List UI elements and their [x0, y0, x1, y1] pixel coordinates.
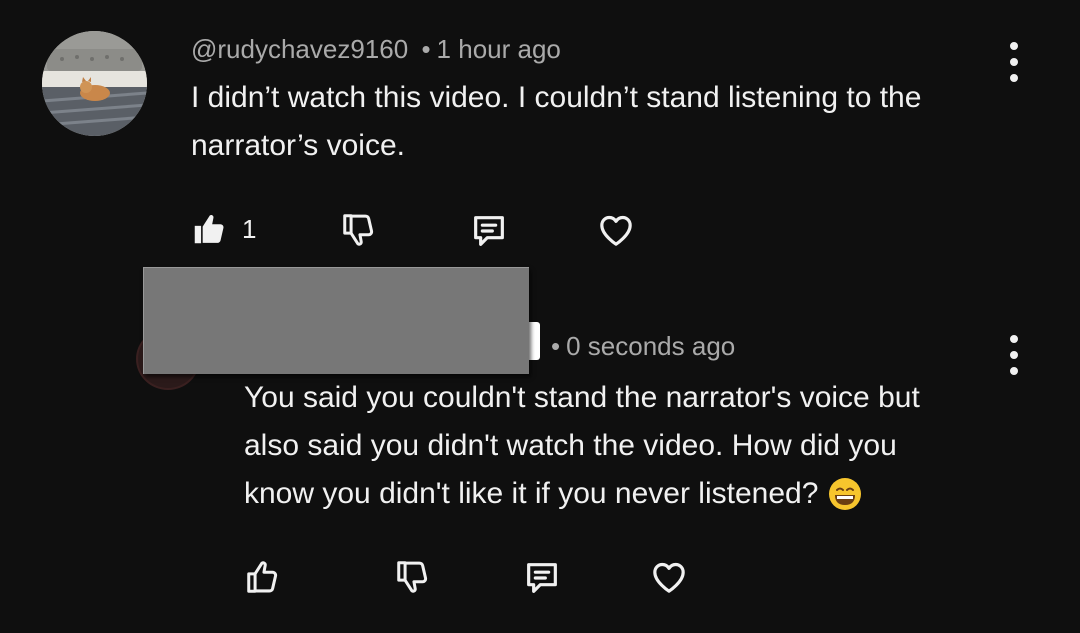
reply-button[interactable] [522, 558, 562, 598]
thumbs-down-icon [397, 561, 428, 593]
comment-text-line: I didn’t watch this video. I couldn’t st… [191, 81, 922, 114]
comment-time[interactable]: 1 hour ago [437, 34, 561, 64]
reply-comment-icon [474, 216, 504, 246]
reply-button[interactable] [469, 211, 509, 251]
heart-button[interactable] [648, 557, 690, 597]
reply-text-line: know you didn't like it if you never lis… [244, 477, 819, 510]
thumbs-down-icon [343, 214, 374, 246]
comment-text-line: narrator’s voice. [191, 129, 405, 162]
comment-meta: @rudychavez9160 • 1 hour ago [191, 34, 561, 65]
like-button[interactable] [244, 558, 282, 596]
dislike-button[interactable] [340, 211, 378, 249]
reply-comment-icon [527, 563, 557, 593]
comment-text: I didn’t watch this video. I couldn’t st… [191, 74, 1041, 170]
meta-separator: • [421, 34, 431, 64]
avatar[interactable] [42, 31, 147, 136]
meta-separator: • [551, 331, 561, 361]
like-count: 1 [242, 213, 257, 244]
reply-text-line: You said you couldn't stand the narrator… [244, 381, 920, 414]
like-button[interactable]: 1 [190, 210, 256, 248]
heart-icon [600, 215, 632, 246]
grinning-emoji [828, 477, 862, 511]
dislike-button[interactable] [394, 558, 432, 596]
thumbs-up-icon [247, 561, 278, 593]
reply-meta: • 0 seconds ago [551, 331, 735, 362]
comment-author[interactable]: @rudychavez9160 [191, 34, 408, 64]
more-vertical-icon[interactable] [1009, 335, 1019, 375]
reply-time[interactable]: 0 seconds ago [566, 331, 735, 361]
heart-button[interactable] [595, 210, 637, 250]
thumbs-up-icon [194, 214, 224, 244]
cat-photo-icon [42, 31, 147, 136]
redacted-author-box [143, 267, 529, 374]
heart-icon [653, 562, 685, 593]
reply-text-line: also said you didn't watch the video. Ho… [244, 429, 897, 462]
reply-text: You said you couldn't stand the narrator… [244, 374, 1044, 518]
